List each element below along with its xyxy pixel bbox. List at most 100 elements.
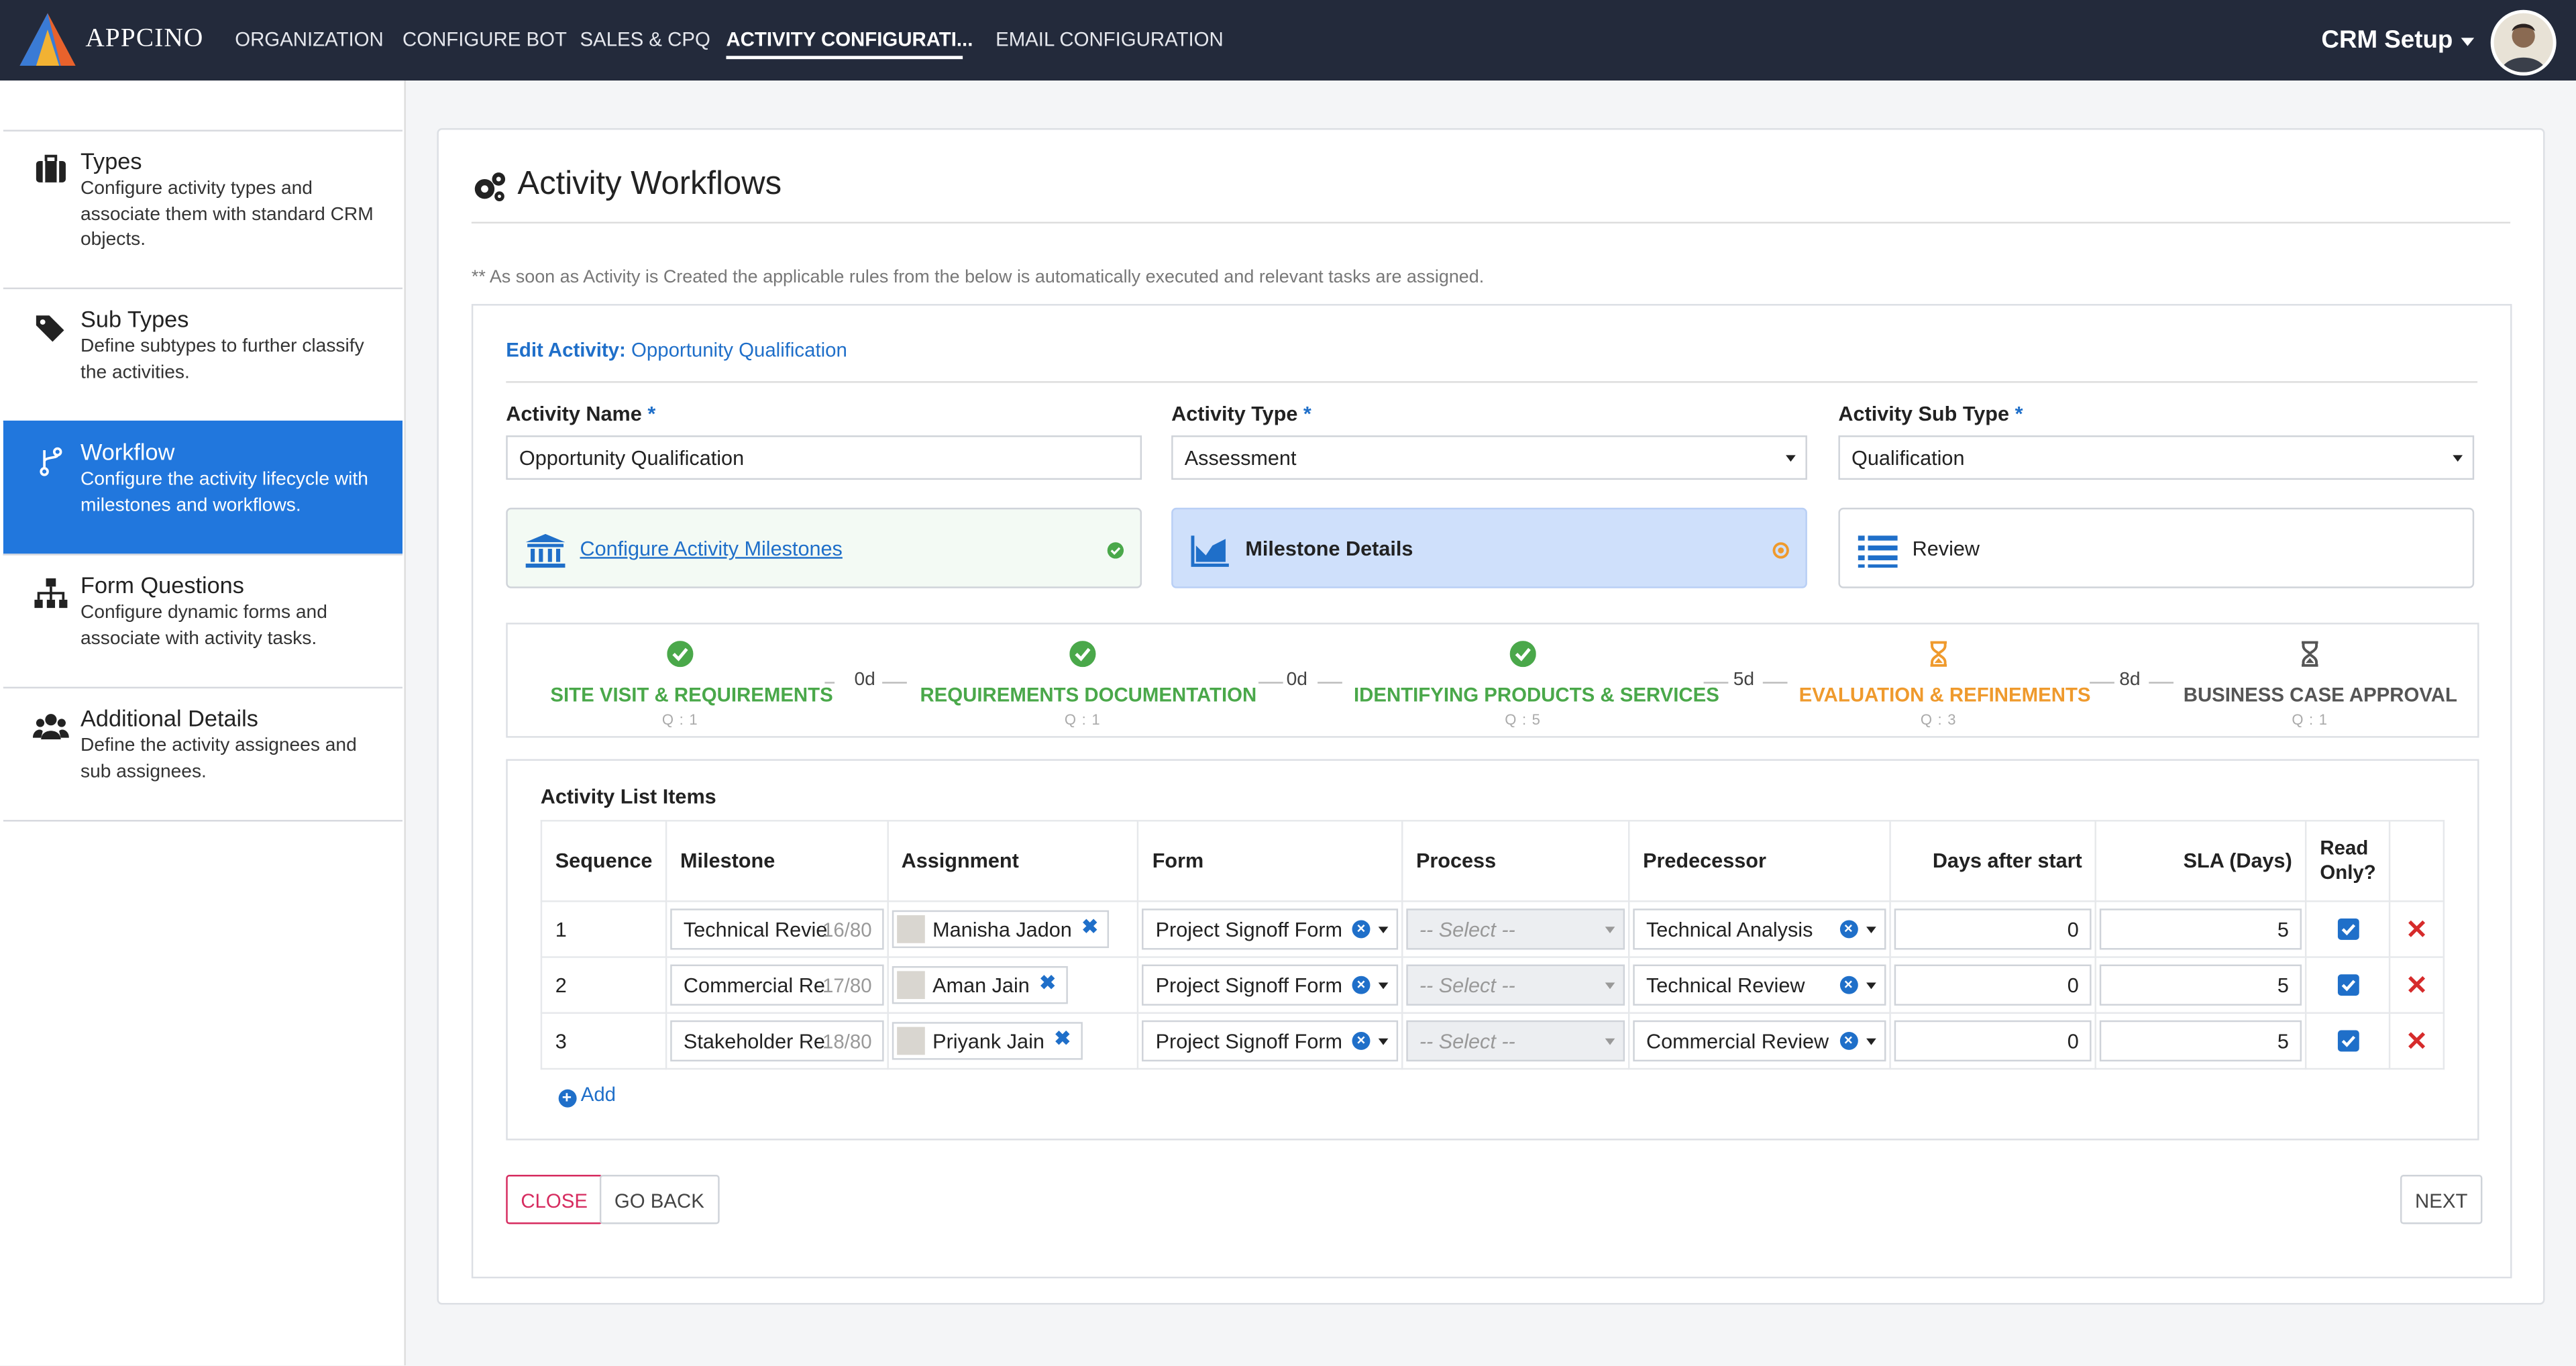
- step-configure-milestones[interactable]: Configure Activity Milestones: [506, 507, 1142, 588]
- predecessor-select[interactable]: Technical Review ×: [1633, 964, 1886, 1006]
- clear-icon[interactable]: ×: [1839, 920, 1858, 939]
- days-after-start-input[interactable]: 0: [1893, 908, 2092, 950]
- milestone-requirements-documentation[interactable]: REQUIREMENTS DOCUMENTATION Q : 1: [920, 641, 1257, 728]
- delete-row-icon[interactable]: ✕: [2389, 956, 2445, 1014]
- predecessor-select[interactable]: Commercial Review ×: [1633, 1020, 1886, 1062]
- sidebar-item-title: Types: [80, 148, 142, 174]
- clear-icon[interactable]: ×: [1352, 920, 1371, 939]
- milestone-input[interactable]: Commercial Re 17/80: [670, 964, 883, 1006]
- sidebar-item-sub-types[interactable]: Sub Types Define subtypes to further cla…: [3, 287, 403, 423]
- nav-organization[interactable]: ORGANIZATION: [235, 28, 384, 51]
- milestone-q: Q : 5: [1505, 711, 1542, 728]
- checkmark-icon: [2341, 980, 2355, 992]
- milestone-input[interactable]: Technical Revie 16/80: [670, 908, 883, 950]
- remove-assignee-icon[interactable]: ✖: [1081, 915, 1098, 938]
- milestone-input[interactable]: Stakeholder Re 18/80: [670, 1020, 883, 1062]
- assignee-chip[interactable]: Priyank Jain ✖: [891, 1022, 1083, 1060]
- milestone-site-visit[interactable]: SITE VISIT & REQUIREMENTS Q : 1: [550, 641, 833, 728]
- process-placeholder: -- Select --: [1419, 918, 1515, 942]
- milestone-name: REQUIREMENTS DOCUMENTATION: [920, 683, 1257, 707]
- assignee-chip[interactable]: Aman Jain ✖: [891, 966, 1068, 1004]
- crm-setup-label: CRM Setup: [2321, 26, 2453, 54]
- next-button[interactable]: NEXT: [2400, 1175, 2483, 1224]
- days-after-start-input[interactable]: 0: [1893, 1020, 2092, 1062]
- nav-email-configuration[interactable]: EMAIL CONFIGURATION: [996, 28, 1224, 51]
- col-actions: [2389, 820, 2445, 902]
- label-text: Activity Sub Type: [1838, 403, 2010, 426]
- assignee-avatar: [896, 915, 924, 943]
- activity-sub-type-select[interactable]: Qualification: [1838, 435, 2475, 480]
- process-placeholder: -- Select --: [1419, 974, 1515, 998]
- activity-name-input[interactable]: Opportunity Qualification: [506, 435, 1142, 480]
- milestone-name: IDENTIFYING PRODUCTS & SERVICES: [1353, 683, 1719, 707]
- nav-sales-cpq[interactable]: SALES & CPQ: [580, 28, 710, 51]
- crm-setup-menu[interactable]: CRM Setup: [2321, 26, 2475, 54]
- activity-type-select[interactable]: Assessment: [1171, 435, 1807, 480]
- go-back-button[interactable]: GO BACK: [599, 1175, 719, 1224]
- caret-down-icon: [1866, 982, 1876, 990]
- col-milestone: Milestone: [665, 820, 889, 902]
- sidebar-item-form-questions[interactable]: Form Questions Configure dynamic forms a…: [3, 554, 403, 689]
- milestone-value: Commercial Re: [683, 974, 825, 998]
- clear-icon[interactable]: ×: [1352, 976, 1371, 994]
- process-select[interactable]: -- Select --: [1406, 964, 1625, 1006]
- milestone-identifying-products[interactable]: IDENTIFYING PRODUCTS & SERVICES Q : 5: [1353, 641, 1719, 728]
- step-milestone-details[interactable]: Milestone Details: [1171, 507, 1807, 588]
- process-select[interactable]: -- Select --: [1406, 1020, 1625, 1062]
- workflow-note: ** As soon as Activity is Created the ap…: [471, 268, 1485, 288]
- milestone-q: Q : 3: [1920, 711, 1957, 728]
- assignee-avatar: [896, 1027, 924, 1055]
- form-value: Project Signoff Form: [1155, 1030, 1343, 1053]
- caret-down-icon: [2453, 455, 2463, 462]
- add-item-link[interactable]: + Add: [557, 1082, 616, 1107]
- sla-days-input[interactable]: 5: [2100, 964, 2302, 1006]
- read-only-checkbox[interactable]: [2337, 974, 2359, 996]
- sidebar-item-title: Additional Details: [80, 704, 258, 731]
- caret-down-icon: [1786, 455, 1796, 462]
- activity-sub-type-value: Qualification: [1851, 447, 1965, 470]
- milestone-business-case-approval[interactable]: BUSINESS CASE APPROVAL Q : 1: [2184, 641, 2457, 728]
- sidebar-item-desc: Configure the activity lifecycle with mi…: [80, 470, 368, 515]
- remove-assignee-icon[interactable]: ✖: [1054, 1027, 1071, 1050]
- check-circle-icon: [667, 641, 694, 668]
- milestone-evaluation[interactable]: EVALUATION & REFINEMENTS Q : 3: [1799, 641, 2091, 728]
- sla-days-input[interactable]: 5: [2100, 908, 2302, 950]
- form-select[interactable]: Project Signoff Form ×: [1142, 964, 1399, 1006]
- clear-icon[interactable]: ×: [1352, 1031, 1371, 1050]
- process-placeholder: -- Select --: [1419, 1030, 1515, 1053]
- process-select[interactable]: -- Select --: [1406, 908, 1625, 950]
- read-only-checkbox[interactable]: [2337, 918, 2359, 940]
- caret-down-icon: [1378, 982, 1389, 990]
- sidebar-item-additional-details[interactable]: Additional Details Define the activity a…: [3, 686, 403, 822]
- assignee-chip[interactable]: Manisha Jadon ✖: [891, 910, 1110, 949]
- nav-activity-configuration[interactable]: ACTIVITY CONFIGURATI...: [726, 28, 973, 51]
- user-portrait-icon: [2500, 23, 2546, 72]
- delete-row-icon[interactable]: ✕: [2389, 900, 2445, 958]
- page-title: Activity Workflows: [517, 166, 782, 203]
- users-icon: [32, 714, 69, 740]
- form-select[interactable]: Project Signoff Form ×: [1142, 908, 1399, 950]
- read-only-checkbox[interactable]: [2337, 1030, 2359, 1052]
- divider: [506, 381, 2478, 383]
- appcino-logo: [19, 13, 76, 66]
- close-button[interactable]: CLOSE: [506, 1175, 603, 1224]
- delete-row-icon[interactable]: ✕: [2389, 1012, 2445, 1070]
- step-review[interactable]: Review: [1838, 507, 2475, 588]
- form-select[interactable]: Project Signoff Form ×: [1142, 1020, 1399, 1062]
- edit-activity-panel: Edit Activity: Opportunity Qualification…: [471, 304, 2512, 1279]
- step-label[interactable]: Configure Activity Milestones: [580, 537, 842, 560]
- nav-configure-bot[interactable]: CONFIGURE BOT: [402, 28, 567, 51]
- sidebar-item-types[interactable]: Types Configure activity types and assoc…: [3, 129, 403, 290]
- user-avatar[interactable]: [2490, 9, 2557, 76]
- remove-assignee-icon[interactable]: ✖: [1039, 971, 1056, 994]
- days-after-start-input[interactable]: 0: [1893, 964, 2092, 1006]
- predecessor-select[interactable]: Technical Analysis ×: [1633, 908, 1886, 950]
- clear-icon[interactable]: ×: [1839, 976, 1858, 994]
- sidebar: Types Configure activity types and assoc…: [0, 81, 406, 1366]
- clear-icon[interactable]: ×: [1839, 1031, 1858, 1050]
- connector: [1762, 682, 1788, 684]
- sidebar-item-workflow[interactable]: Workflow Configure the activity lifecycl…: [3, 420, 403, 556]
- sla-days-input[interactable]: 5: [2100, 1020, 2302, 1062]
- predecessor-value: Commercial Review: [1646, 1030, 1829, 1053]
- required-mark: *: [1303, 403, 1311, 426]
